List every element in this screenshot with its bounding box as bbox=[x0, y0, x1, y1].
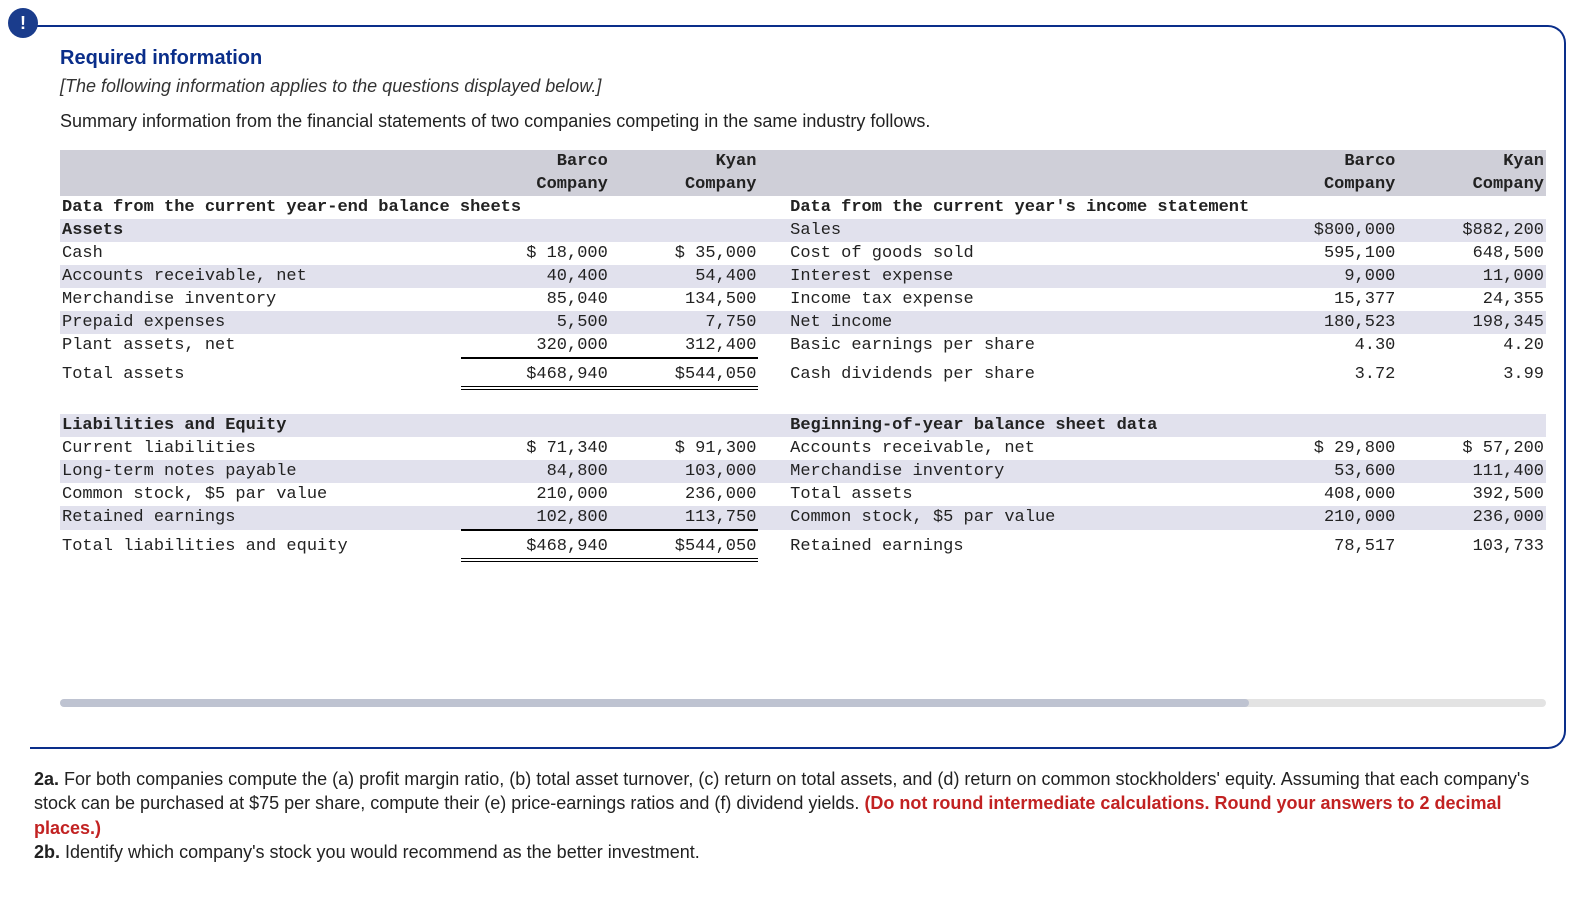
col-company-2: Company bbox=[610, 173, 759, 196]
row-cash: Cash bbox=[60, 242, 461, 265]
cs-kyan: 236,000 bbox=[610, 483, 759, 506]
alert-icon: ! bbox=[8, 8, 38, 38]
cash-kyan: $ 35,000 bbox=[610, 242, 759, 265]
sales-barco: $800,000 bbox=[1234, 219, 1397, 242]
ar-kyan: 54,400 bbox=[610, 265, 759, 288]
row-tax: Income tax expense bbox=[788, 288, 1234, 311]
cs-barco: 210,000 bbox=[461, 483, 610, 506]
cash-barco: $ 18,000 bbox=[461, 242, 610, 265]
cashdiv-barco: 3.72 bbox=[1234, 358, 1397, 388]
question-block: 2a. For both companies compute the (a) p… bbox=[34, 767, 1542, 864]
cogs-barco: 595,100 bbox=[1234, 242, 1397, 265]
row-boy-cs: Common stock, $5 par value bbox=[788, 506, 1234, 530]
boy-cs-kyan: 236,000 bbox=[1397, 506, 1546, 530]
q2b-label: 2b. bbox=[34, 842, 60, 862]
col-kyan-1: Kyan bbox=[610, 150, 759, 173]
boy-ar-barco: $ 29,800 bbox=[1234, 437, 1397, 460]
row-eps: Basic earnings per share bbox=[788, 334, 1234, 358]
row-plant: Plant assets, net bbox=[60, 334, 461, 358]
boy-re-barco: 78,517 bbox=[1234, 530, 1397, 560]
row-total-assets: Total assets bbox=[60, 358, 461, 388]
row-curliab: Current liabilities bbox=[60, 437, 461, 460]
cogs-kyan: 648,500 bbox=[1397, 242, 1546, 265]
boy-heading: Beginning-of-year balance sheet data bbox=[788, 414, 1234, 437]
horizontal-scrollbar[interactable] bbox=[60, 699, 1546, 707]
plant-barco: 320,000 bbox=[461, 334, 610, 358]
boy-inv-barco: 53,600 bbox=[1234, 460, 1397, 483]
left-section-title: Data from the current year-end balance s… bbox=[60, 196, 758, 219]
boy-ar-kyan: $ 57,200 bbox=[1397, 437, 1546, 460]
financial-table: Barco Kyan Barco Kyan Company Company Co… bbox=[60, 150, 1546, 562]
required-heading: Required information bbox=[60, 47, 1546, 70]
info-frame: Required information [The following info… bbox=[30, 25, 1566, 749]
eps-kyan: 4.20 bbox=[1397, 334, 1546, 358]
ltnotes-barco: 84,800 bbox=[461, 460, 610, 483]
ar-barco: 40,400 bbox=[461, 265, 610, 288]
row-total-le: Total liabilities and equity bbox=[60, 530, 461, 560]
curliab-kyan: $ 91,300 bbox=[610, 437, 759, 460]
row-inv: Merchandise inventory bbox=[60, 288, 461, 311]
total-assets-barco: $468,940 bbox=[461, 358, 610, 388]
summary-text: Summary information from the financial s… bbox=[60, 111, 1546, 132]
tax-kyan: 24,355 bbox=[1397, 288, 1546, 311]
total-le-barco: $468,940 bbox=[461, 530, 610, 560]
row-boy-inv: Merchandise inventory bbox=[788, 460, 1234, 483]
row-sales: Sales bbox=[788, 219, 1234, 242]
row-netincome: Net income bbox=[788, 311, 1234, 334]
curliab-barco: $ 71,340 bbox=[461, 437, 610, 460]
q2b-text: Identify which company's stock you would… bbox=[60, 842, 700, 862]
applies-note: [The following information applies to th… bbox=[60, 76, 1546, 97]
boy-ta-barco: 408,000 bbox=[1234, 483, 1397, 506]
col-company-4: Company bbox=[1397, 173, 1546, 196]
total-le-kyan: $544,050 bbox=[610, 530, 759, 560]
total-assets-kyan: $544,050 bbox=[610, 358, 759, 388]
col-company-1: Company bbox=[461, 173, 610, 196]
sales-kyan: $882,200 bbox=[1397, 219, 1546, 242]
row-boy-ta: Total assets bbox=[788, 483, 1234, 506]
boy-ta-kyan: 392,500 bbox=[1397, 483, 1546, 506]
row-interest: Interest expense bbox=[788, 265, 1234, 288]
row-re: Retained earnings bbox=[60, 506, 461, 530]
cashdiv-kyan: 3.99 bbox=[1397, 358, 1546, 388]
col-barco-2: Barco bbox=[1234, 150, 1397, 173]
inv-kyan: 134,500 bbox=[610, 288, 759, 311]
row-ltnotes: Long-term notes payable bbox=[60, 460, 461, 483]
row-cashdiv: Cash dividends per share bbox=[788, 358, 1234, 388]
row-boy-ar: Accounts receivable, net bbox=[788, 437, 1234, 460]
inv-barco: 85,040 bbox=[461, 288, 610, 311]
prepaid-barco: 5,500 bbox=[461, 311, 610, 334]
ltnotes-kyan: 103,000 bbox=[610, 460, 759, 483]
le-heading: Liabilities and Equity bbox=[60, 414, 461, 437]
row-cogs: Cost of goods sold bbox=[788, 242, 1234, 265]
tax-barco: 15,377 bbox=[1234, 288, 1397, 311]
boy-inv-kyan: 111,400 bbox=[1397, 460, 1546, 483]
boy-re-kyan: 103,733 bbox=[1397, 530, 1546, 560]
interest-kyan: 11,000 bbox=[1397, 265, 1546, 288]
ni-barco: 180,523 bbox=[1234, 311, 1397, 334]
row-prepaid: Prepaid expenses bbox=[60, 311, 461, 334]
assets-heading: Assets bbox=[60, 219, 461, 242]
col-company-3: Company bbox=[1234, 173, 1397, 196]
q2a-label: 2a. bbox=[34, 769, 59, 789]
scroll-thumb[interactable] bbox=[60, 699, 1249, 707]
re-kyan: 113,750 bbox=[610, 506, 759, 530]
row-ar: Accounts receivable, net bbox=[60, 265, 461, 288]
eps-barco: 4.30 bbox=[1234, 334, 1397, 358]
col-barco-1: Barco bbox=[461, 150, 610, 173]
prepaid-kyan: 7,750 bbox=[610, 311, 759, 334]
row-cs: Common stock, $5 par value bbox=[60, 483, 461, 506]
plant-kyan: 312,400 bbox=[610, 334, 759, 358]
boy-cs-barco: 210,000 bbox=[1234, 506, 1397, 530]
interest-barco: 9,000 bbox=[1234, 265, 1397, 288]
right-section-title: Data from the current year's income stat… bbox=[788, 196, 1546, 219]
re-barco: 102,800 bbox=[461, 506, 610, 530]
ni-kyan: 198,345 bbox=[1397, 311, 1546, 334]
row-boy-re: Retained earnings bbox=[788, 530, 1234, 560]
col-kyan-2: Kyan bbox=[1397, 150, 1546, 173]
